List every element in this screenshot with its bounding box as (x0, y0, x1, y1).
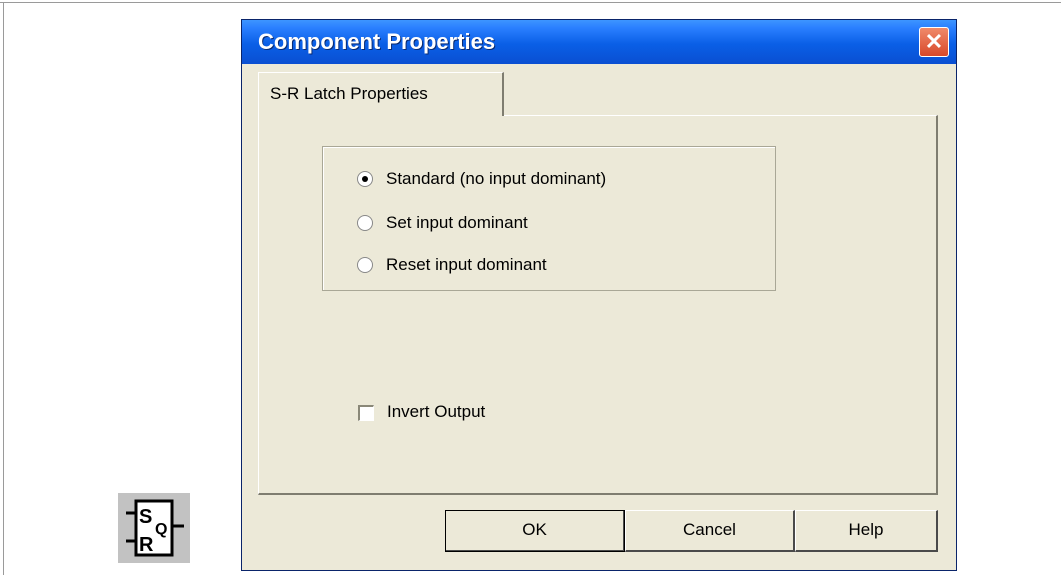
ok-button[interactable]: OK (445, 510, 625, 552)
tab-sr-latch-properties[interactable]: S-R Latch Properties (258, 72, 504, 116)
latch-reset-label: R (139, 534, 154, 556)
sr-latch-icon: S R Q (118, 493, 190, 563)
tab-label: S-R Latch Properties (270, 84, 428, 103)
frame-top-line (0, 2, 1061, 3)
radio-button-icon[interactable] (357, 215, 373, 231)
radio-button-icon[interactable] (357, 257, 373, 273)
radio-reset-dominant-label: Reset input dominant (386, 255, 547, 274)
radio-standard-label: Standard (no input dominant) (386, 169, 607, 188)
radio-button-checked-icon[interactable] (357, 171, 373, 187)
dialog-title: Component Properties (258, 29, 496, 54)
close-icon: ✕ (924, 29, 944, 54)
latch-set-label: S (139, 506, 152, 528)
cancel-button[interactable]: Cancel (625, 510, 795, 552)
help-button[interactable]: Help (795, 510, 938, 552)
title-bar[interactable]: Component Properties ✕ (242, 20, 956, 64)
radio-set-dominant-label: Set input dominant (386, 213, 528, 232)
close-button[interactable]: ✕ (919, 27, 949, 57)
dominance-option-group: Standard (no input dominant) Set input d… (322, 146, 776, 291)
checkbox-icon[interactable] (358, 405, 374, 421)
latch-output-label: Q (155, 521, 167, 538)
invert-output-label: Invert Output (387, 402, 486, 421)
component-properties-dialog: Component Properties ✕ S-R Latch Propert… (241, 19, 957, 571)
frame-left-line (3, 2, 4, 575)
